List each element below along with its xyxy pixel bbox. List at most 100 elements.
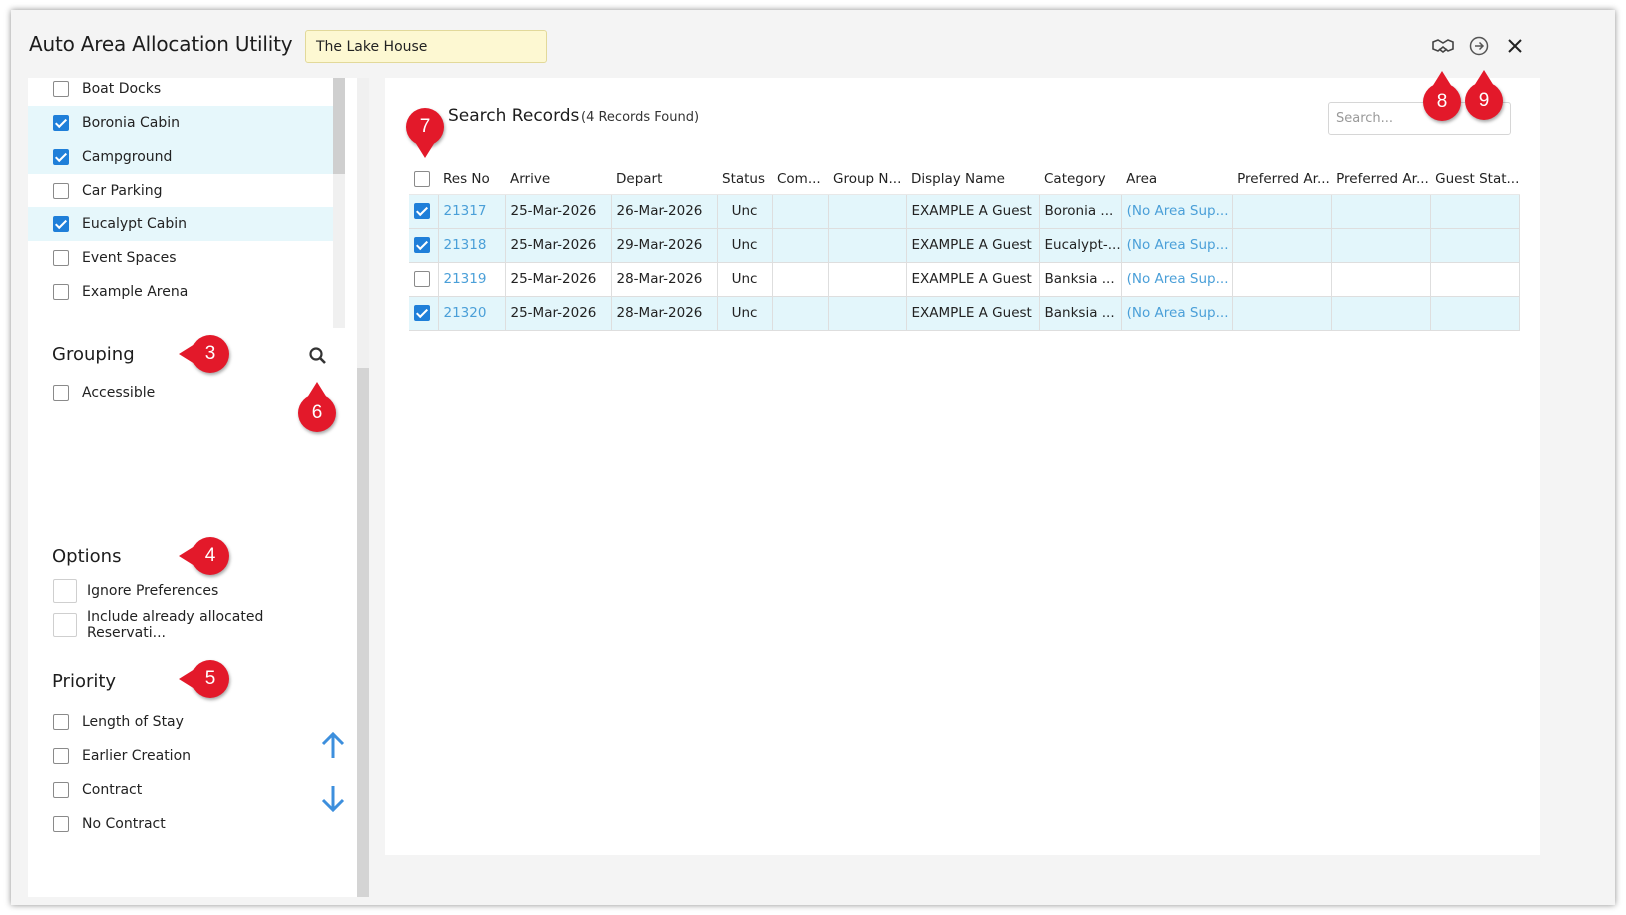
category-item[interactable]: Example Arena <box>28 275 333 309</box>
select-all-checkbox[interactable] <box>414 170 430 187</box>
callout-badge: 8 <box>1423 71 1461 121</box>
group-cell <box>828 194 907 229</box>
priority-item[interactable]: Length of Stay <box>28 705 288 739</box>
row-select-cell[interactable] <box>409 194 439 229</box>
arrive-cell: 25-Mar-2026 <box>505 228 612 263</box>
category-cell: Boronia ... <box>1039 194 1122 229</box>
area-link[interactable]: (No Area Sup... <box>1121 296 1233 331</box>
priority-item[interactable]: No Contract <box>28 807 288 841</box>
checkbox[interactable] <box>53 714 69 730</box>
com-cell <box>772 228 829 263</box>
property-field[interactable]: The Lake House <box>305 30 547 63</box>
arrow-right-circle-icon[interactable] <box>1467 34 1491 58</box>
option-item[interactable]: Include already allocated Reservati... <box>28 608 333 642</box>
arrow-up-icon[interactable] <box>320 730 346 760</box>
table-row[interactable]: 21318 25-Mar-2026 29-Mar-2026 Unc EXAMPL… <box>409 228 1520 263</box>
guest-status-cell <box>1430 228 1520 263</box>
checkbox[interactable] <box>53 748 69 764</box>
column-header[interactable]: Display Name <box>906 164 1039 195</box>
callout-badge: 7 <box>406 108 444 158</box>
area-link[interactable]: (No Area Sup... <box>1121 262 1233 297</box>
guest-status-cell <box>1430 262 1520 297</box>
area-link[interactable]: (No Area Sup... <box>1121 194 1233 229</box>
category-item[interactable]: Campground <box>28 140 333 174</box>
grouping-item[interactable]: Accessible <box>28 376 333 410</box>
column-header[interactable]: Res No <box>438 164 505 195</box>
checkbox[interactable] <box>53 149 69 165</box>
column-header[interactable]: Arrive <box>505 164 611 195</box>
column-header[interactable]: Group N... <box>828 164 906 195</box>
row-select-cell[interactable] <box>409 296 439 331</box>
checkbox[interactable] <box>53 579 77 603</box>
priority-item[interactable]: Contract <box>28 773 288 807</box>
category-cell: Banksia ... <box>1039 296 1122 331</box>
options-heading: Options <box>52 546 122 567</box>
row-checkbox[interactable] <box>414 203 430 219</box>
filter-scrollbar[interactable] <box>357 78 369 897</box>
search-icon[interactable] <box>308 346 328 370</box>
table-row[interactable]: 21320 25-Mar-2026 28-Mar-2026 Unc EXAMPL… <box>409 296 1520 331</box>
category-cell: Eucalypt-... <box>1039 228 1122 263</box>
group-cell <box>828 262 907 297</box>
column-header[interactable]: Category <box>1039 164 1122 195</box>
status-cell: Unc <box>717 194 773 229</box>
scrollbar-thumb[interactable] <box>333 78 345 174</box>
row-checkbox[interactable] <box>414 271 430 287</box>
category-cell: Banksia ... <box>1039 262 1122 297</box>
arrow-down-icon[interactable] <box>320 784 346 814</box>
callout-badge: 5 <box>179 660 229 698</box>
res-no-link[interactable]: 21319 <box>438 262 506 297</box>
row-checkbox[interactable] <box>414 305 430 321</box>
column-header[interactable]: Guest Stat... <box>1430 164 1520 195</box>
checkbox[interactable] <box>53 81 69 97</box>
category-item[interactable]: Boat Docks <box>28 78 333 106</box>
category-item[interactable]: Car Parking <box>28 174 333 208</box>
checkbox[interactable] <box>53 782 69 798</box>
table-row[interactable]: 21319 25-Mar-2026 28-Mar-2026 Unc EXAMPL… <box>409 262 1520 297</box>
table-row[interactable]: 21317 25-Mar-2026 26-Mar-2026 Unc EXAMPL… <box>409 194 1520 229</box>
callout-badge: 6 <box>298 382 336 432</box>
close-icon[interactable] <box>1503 34 1527 58</box>
res-no-link[interactable]: 21320 <box>438 296 506 331</box>
checkbox[interactable] <box>53 385 69 401</box>
column-header[interactable]: Depart <box>611 164 717 195</box>
column-header[interactable]: Area <box>1121 164 1233 195</box>
checkbox[interactable] <box>53 250 69 266</box>
status-cell: Unc <box>717 262 773 297</box>
handshake-icon[interactable] <box>1431 34 1455 58</box>
column-header[interactable]: Preferred Ar... <box>1232 164 1332 195</box>
grouping-heading: Grouping <box>52 344 135 365</box>
priority-item[interactable]: Earlier Creation <box>28 739 288 773</box>
dialog-window: Auto Area Allocation Utility The Lake Ho… <box>11 10 1615 905</box>
checkbox[interactable] <box>53 284 69 300</box>
group-cell <box>828 228 907 263</box>
scrollbar-thumb[interactable] <box>357 368 369 897</box>
category-item[interactable]: Boronia Cabin <box>28 106 333 140</box>
checkbox[interactable] <box>53 216 69 232</box>
checkbox[interactable] <box>53 816 69 832</box>
row-select-cell[interactable] <box>409 262 439 297</box>
window-title: Auto Area Allocation Utility <box>29 32 293 56</box>
callout-badge: 4 <box>179 537 229 575</box>
category-item[interactable]: Event Spaces <box>28 241 333 275</box>
select-all-cell[interactable] <box>409 164 438 195</box>
res-no-link[interactable]: 21317 <box>438 194 506 229</box>
column-header[interactable]: Com... <box>772 164 828 195</box>
res-no-link[interactable]: 21318 <box>438 228 506 263</box>
display-name-cell: EXAMPLE A Guest <box>906 296 1040 331</box>
com-cell <box>772 194 829 229</box>
option-item[interactable]: Ignore Preferences <box>28 574 333 608</box>
checkbox[interactable] <box>53 183 69 199</box>
checkbox[interactable] <box>53 115 69 131</box>
area-link[interactable]: (No Area Sup... <box>1121 228 1233 263</box>
category-list: Boat Docks Boronia Cabin Campground Car … <box>28 78 333 328</box>
column-header[interactable]: Status <box>717 164 772 195</box>
column-header[interactable]: Preferred Ar... <box>1331 164 1431 195</box>
callout-badge: 9 <box>1465 70 1503 120</box>
group-cell <box>828 296 907 331</box>
row-select-cell[interactable] <box>409 228 439 263</box>
category-scrollbar[interactable] <box>333 78 345 328</box>
row-checkbox[interactable] <box>414 237 430 253</box>
checkbox[interactable] <box>53 613 77 637</box>
category-item[interactable]: Eucalypt Cabin <box>28 207 333 241</box>
